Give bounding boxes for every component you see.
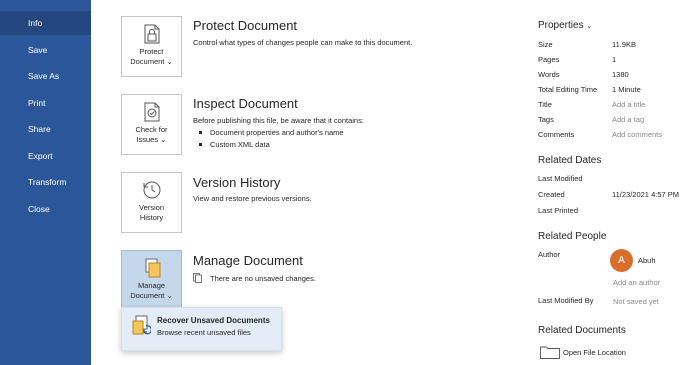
nav-item-share[interactable]: Share [0,117,91,141]
clock-history-icon [143,181,161,199]
properties-dropdown[interactable]: Properties ⌄ [538,20,592,31]
nav-item-transform[interactable]: Transform [0,170,91,194]
section-description: View and restore previous versions. [193,194,312,203]
property-value: 1 Minute [612,85,641,94]
section-title: Manage Document [193,253,303,268]
section-description: There are no unsaved changes. [210,274,316,283]
version-history-button[interactable]: Version History [121,172,182,233]
section-description: Before publishing this file, be aware th… [193,116,364,125]
section-description: Control what types of changes people can… [193,38,413,47]
tile-label: Check for [135,125,168,134]
related-dates-heading: Related Dates [538,155,602,166]
backstage-nav: Info Save Save As Print Share Export Tra… [0,0,91,365]
bullet-icon [199,130,202,134]
property-value: 1380 [612,70,629,79]
popup-title: Recover Unsaved Documents [157,316,270,325]
chevron-down-icon: ⌄ [586,23,593,30]
property-value: 1 [612,55,617,64]
related-people-heading: Related People [538,231,607,242]
document-icon [193,273,202,283]
list-item: Document properties and author's name [199,128,344,137]
manage-document-button[interactable]: Manage Document ⌄ [121,250,182,311]
property-label: Comments [538,130,575,139]
author-name[interactable]: Abuh [638,256,656,265]
add-author-field[interactable]: Add an author [613,278,660,287]
property-label: Total Editing Time [538,85,598,94]
recover-document-icon [132,315,151,335]
section-title: Protect Document [193,18,298,33]
nav-item-info[interactable]: Info [0,11,91,35]
tile-label-dropdown: Issues ⌄ [136,135,167,144]
popup-description: Browse recent unsaved files [157,328,251,337]
nav-item-print[interactable]: Print [0,91,91,115]
tile-label: Manage [137,281,166,290]
chevron-down-icon: ⌄ [166,291,173,300]
tile-label-dropdown: Document ⌄ [130,57,173,66]
bullet-icon [199,142,202,146]
tile-label: History [139,213,164,222]
property-label: Size [538,40,553,49]
property-label: Pages [538,55,560,64]
manage-document-icon [145,258,161,278]
list-item: Custom XML data [199,140,270,149]
recover-unsaved-documents-menu-item[interactable]: Recover Unsaved Documents Browse recent … [121,307,282,351]
nav-item-export[interactable]: Export [0,144,91,168]
property-value: 11.9KB [612,40,637,49]
protect-document-button[interactable]: Protect Document ⌄ [121,16,182,77]
section-title: Inspect Document [193,96,298,111]
section-title: Version History [193,175,281,190]
property-label: Words [538,70,560,79]
folder-icon [540,346,560,359]
last-modified-by-label: Last Modified By [538,296,594,305]
created-date-value: 11/23/2021 4:57 PM [612,190,679,199]
tags-field[interactable]: Add a tag [612,115,644,124]
tile-label: Version [138,203,165,212]
chevron-down-icon: ⌄ [160,135,167,144]
property-label: Last Modified [538,174,583,183]
property-label: Last Printed [538,206,579,215]
tile-label-dropdown: Document ⌄ [130,291,173,300]
related-documents-heading: Related Documents [538,325,626,336]
comments-field[interactable]: Add comments [612,130,662,139]
property-label: Title [538,100,552,109]
inspect-document-icon [144,102,160,122]
nav-item-close[interactable]: Close [0,197,91,221]
property-label: Created [538,190,565,199]
nav-item-save[interactable]: Save [0,38,91,62]
lock-icon [144,24,160,44]
chevron-down-icon: ⌄ [166,57,173,66]
open-file-location-label: Open File Location [563,348,626,357]
avatar: A [610,249,633,272]
author-label: Author [538,250,561,259]
title-field[interactable]: Add a title [612,100,645,109]
check-for-issues-button[interactable]: Check for Issues ⌄ [121,94,182,155]
nav-item-save-as[interactable]: Save As [0,64,91,88]
property-label: Tags [538,115,554,124]
tile-label: Protect [139,47,164,56]
last-modified-by-value: Not saved yet [613,297,659,306]
